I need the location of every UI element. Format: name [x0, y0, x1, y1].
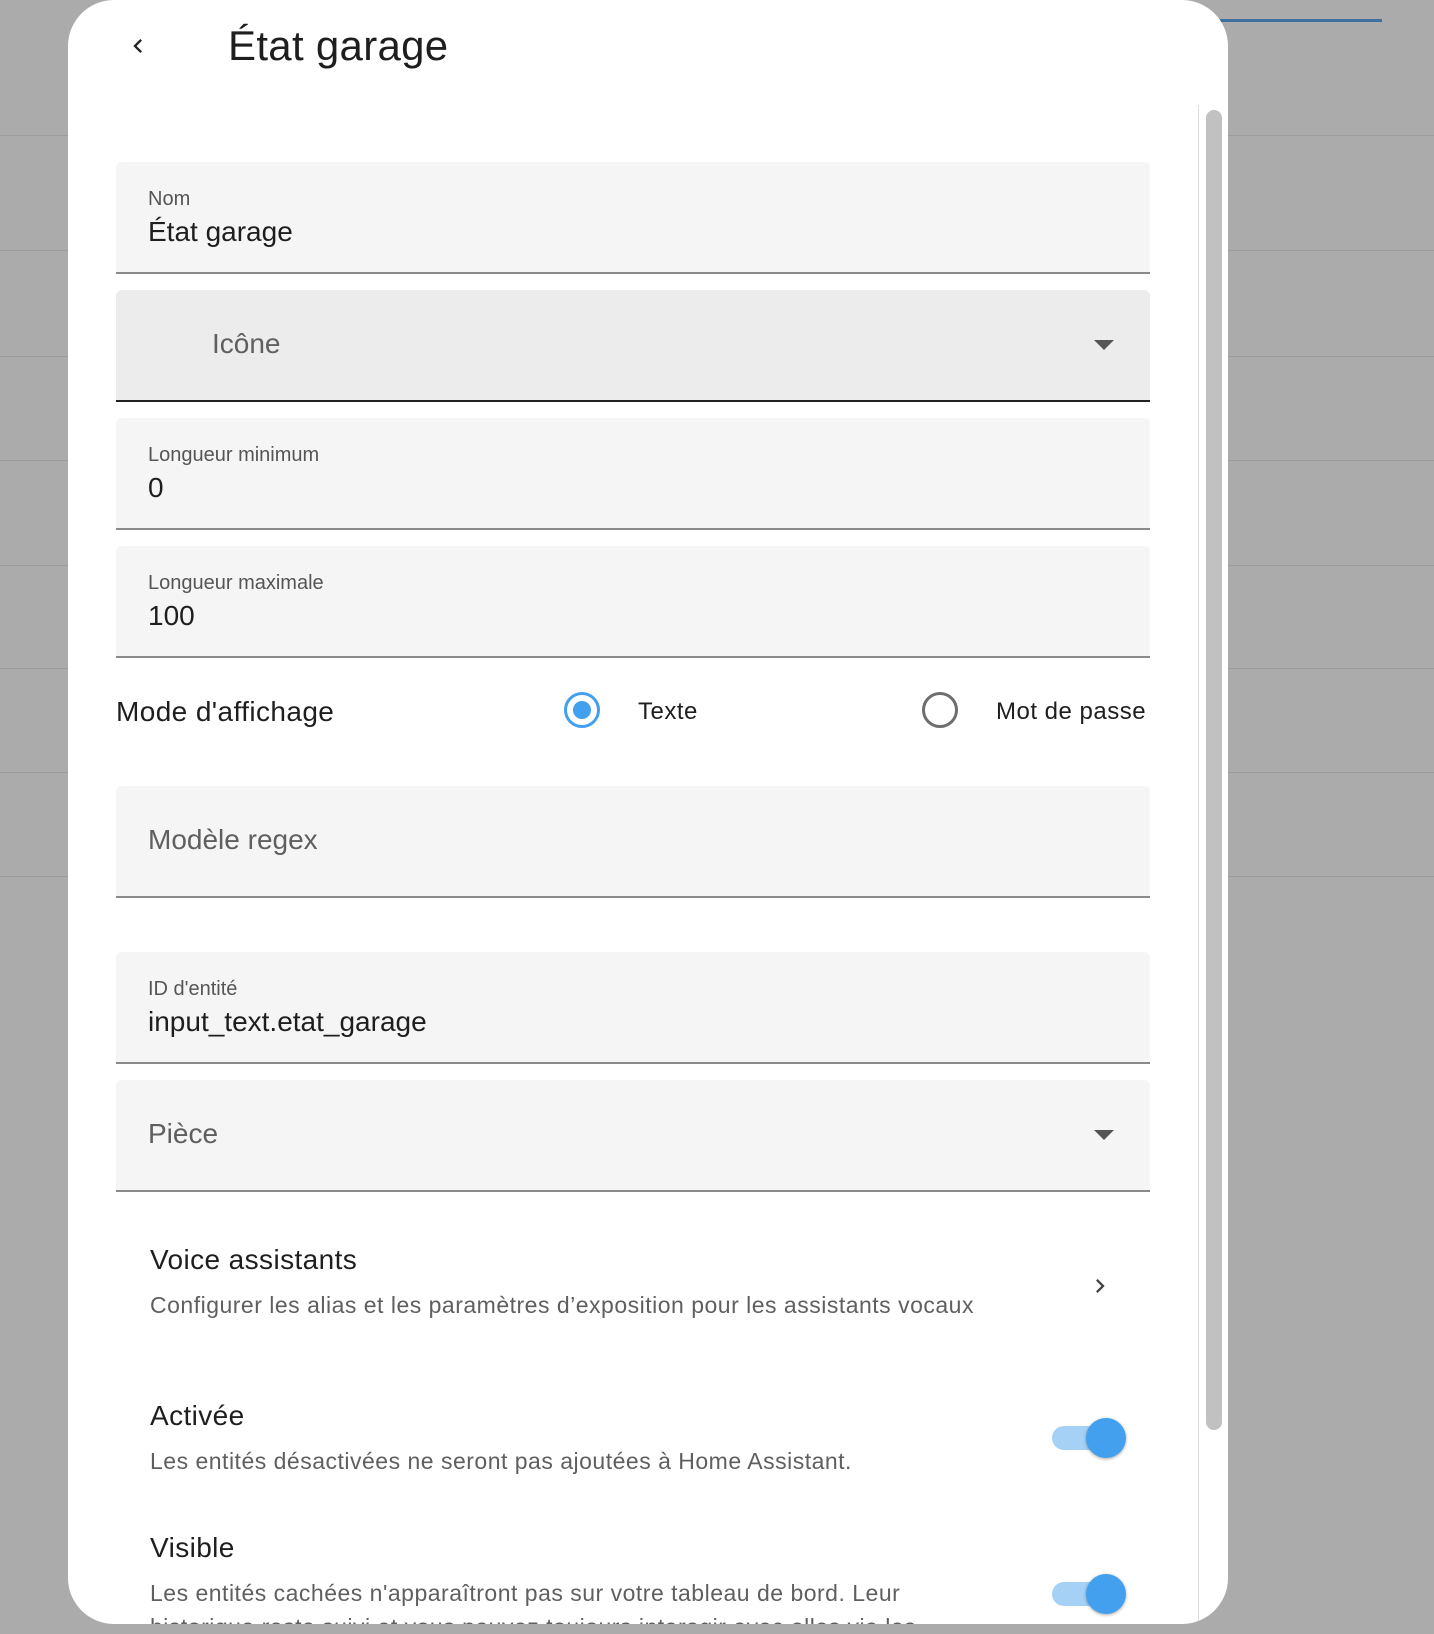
voice-assistants-subtitle: Configurer les alias et les paramètres d… — [150, 1292, 974, 1318]
min-length-label: Longueur minimum — [148, 444, 320, 466]
chevron-right-icon — [1096, 1279, 1105, 1293]
entity-id-label: ID d'entité — [148, 978, 238, 1000]
regex-field-placeholder: Modèle regex — [148, 824, 318, 855]
backdrop-tab-indicator — [1220, 19, 1382, 22]
chevron-left-icon — [133, 39, 142, 53]
scrollbar-track — [1198, 105, 1199, 1624]
entity-settings-dialog: État garage Nom État garage Icône Longue… — [68, 0, 1228, 1624]
regex-field[interactable]: Modèle regex — [116, 786, 1150, 898]
enabled-subtitle: Les entités désactivées ne seront pas aj… — [150, 1448, 852, 1474]
enabled-setting: Activée Les entités désactivées ne seron… — [116, 1400, 1150, 1500]
visible-setting: Visible Les entités cachées n'apparaîtro… — [116, 1532, 1150, 1624]
icon-picker-placeholder: Icône — [212, 328, 281, 359]
menu-down-icon[interactable] — [1094, 340, 1114, 350]
max-length-value: 100 — [148, 600, 195, 631]
min-length-field[interactable]: Longueur minimum 0 — [116, 418, 1150, 530]
enabled-title: Activée — [150, 1400, 245, 1431]
visible-toggle[interactable] — [1052, 1574, 1126, 1614]
name-field-label: Nom — [148, 188, 191, 210]
visible-toggle-thumb — [1086, 1574, 1126, 1614]
radio-texte-label[interactable]: Texte — [638, 698, 698, 726]
min-length-value: 0 — [148, 472, 164, 503]
visible-subtitle: Les entités cachées n'apparaîtront pas s… — [150, 1580, 916, 1624]
enabled-toggle[interactable] — [1052, 1418, 1126, 1458]
scrollbar-thumb[interactable] — [1206, 110, 1222, 1430]
radio-password[interactable] — [922, 692, 958, 728]
radio-password-label[interactable]: Mot de passe — [996, 698, 1146, 726]
voice-assistants-item[interactable]: Voice assistants Configurer les alias et… — [116, 1244, 1150, 1344]
back-button[interactable] — [116, 24, 160, 68]
voice-assistants-title: Voice assistants — [150, 1244, 358, 1275]
max-length-field[interactable]: Longueur maximale 100 — [116, 546, 1150, 658]
max-length-label: Longueur maximale — [148, 572, 324, 594]
icon-picker[interactable]: Icône — [116, 290, 1150, 402]
entity-id-field[interactable]: ID d'entité input_text.etat_garage — [116, 952, 1150, 1064]
menu-down-icon[interactable] — [1094, 1130, 1114, 1140]
display-mode-group: Mode d'affichage Texte Mot de passe — [116, 682, 1150, 742]
visible-title: Visible — [150, 1532, 235, 1563]
dialog-title: État garage — [228, 22, 449, 69]
display-mode-label: Mode d'affichage — [116, 696, 335, 727]
name-field[interactable]: Nom État garage — [116, 162, 1150, 274]
name-field-value: État garage — [148, 216, 293, 247]
dialog-header: État garage — [68, 0, 1228, 100]
enabled-toggle-thumb — [1086, 1418, 1126, 1458]
entity-id-value: input_text.etat_garage — [148, 1006, 427, 1037]
area-picker-placeholder: Pièce — [148, 1118, 219, 1149]
radio-texte[interactable] — [564, 692, 600, 728]
area-picker[interactable]: Pièce — [116, 1080, 1150, 1192]
